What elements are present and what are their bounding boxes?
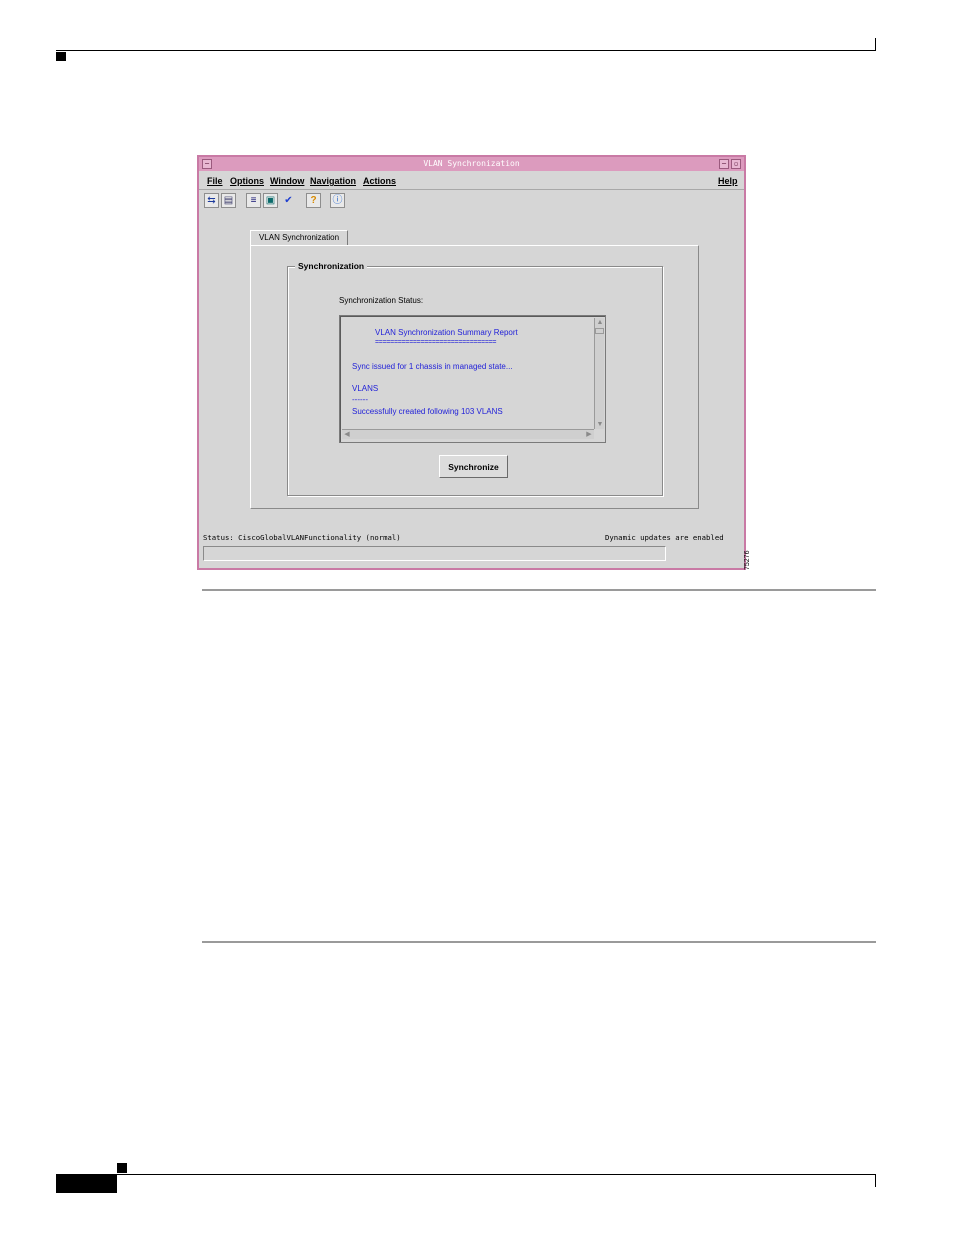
report-title: VLAN Synchronization Summary Report [375,328,518,337]
help-icon[interactable]: ? [306,193,321,208]
dynamic-updates-text: Dynamic updates are enabled [605,533,724,542]
check-glyph: ✔ [284,194,293,206]
title-bar[interactable]: − VLAN Synchronization − ▫ [199,157,744,171]
footer-page-block [56,1175,117,1193]
menu-bar: File Options Window Navigation Actions H… [199,173,744,190]
footer-marker-small [117,1163,127,1173]
toolbar: ⇆ ▤ ≡ ▣ ✔ ? ⓘ [199,191,744,213]
report-title-underline: ================================ [375,339,497,346]
figure-bottom-rule [202,941,876,943]
list-icon[interactable]: ≡ [246,193,261,208]
report-sync-line: Sync issued for 1 chassis in managed sta… [352,362,513,371]
checkmark-icon[interactable]: ✔ [281,193,296,208]
menu-options[interactable]: Options [230,176,264,186]
menu-help[interactable]: Help [718,176,738,186]
minimize-button[interactable]: − [719,159,729,169]
report-vlans-heading: VLANS [352,384,379,393]
status-message-field [203,546,666,561]
figure-id: 75276 [744,550,751,570]
window-title: VLAN Synchronization [423,159,520,168]
print-glyph: ▤ [223,194,234,206]
scroll-right-arrow[interactable]: ▶ [584,430,594,439]
header-rule [56,50,876,51]
vlan-sync-window: − VLAN Synchronization − ▫ File Options … [197,155,746,570]
sync-status-textarea[interactable]: VLAN Synchronization Summary Report ====… [339,315,606,443]
maximize-button[interactable]: ▫ [731,159,741,169]
synchronize-button[interactable]: Synchronize [439,455,508,478]
info-glyph: ⓘ [332,194,343,206]
report-vlans-underline: ------ [352,395,368,404]
menu-actions[interactable]: Actions [363,176,396,186]
horizontal-scrollbar[interactable]: ◀ ▶ [342,429,594,439]
deployment-icon[interactable]: ⇆ [204,193,219,208]
help-glyph: ? [310,194,317,206]
sync-status-label: Synchronization Status: [339,296,424,305]
report-created-line: Successfully created following 103 VLANS [352,407,503,416]
header-tick [875,38,876,50]
status-text: Status: CiscoGlobalVLANFunctionality (no… [203,533,401,542]
vertical-scrollbar[interactable]: ▲ ▼ [594,318,604,429]
menu-window[interactable]: Window [270,176,304,186]
scroll-down-arrow[interactable]: ▼ [595,420,605,429]
monitor-glyph: ▣ [265,194,276,206]
monitor-icon[interactable]: ▣ [263,193,278,208]
scroll-up-arrow[interactable]: ▲ [595,318,605,327]
figure-top-rule [202,589,876,591]
header-marker [56,52,66,61]
footer-rule [56,1174,876,1175]
footer-tick [875,1175,876,1187]
list-glyph: ≡ [250,194,257,206]
scroll-left-arrow[interactable]: ◀ [342,430,352,439]
menu-file[interactable]: File [207,176,223,186]
synchronization-group-label: Synchronization [295,261,368,271]
print-icon[interactable]: ▤ [221,193,236,208]
info-icon[interactable]: ⓘ [330,193,345,208]
deployment-glyph: ⇆ [207,194,216,206]
tab-vlan-synchronization[interactable]: VLAN Synchronization [250,230,348,246]
scroll-thumb[interactable] [595,328,604,334]
menu-navigation[interactable]: Navigation [310,176,356,186]
